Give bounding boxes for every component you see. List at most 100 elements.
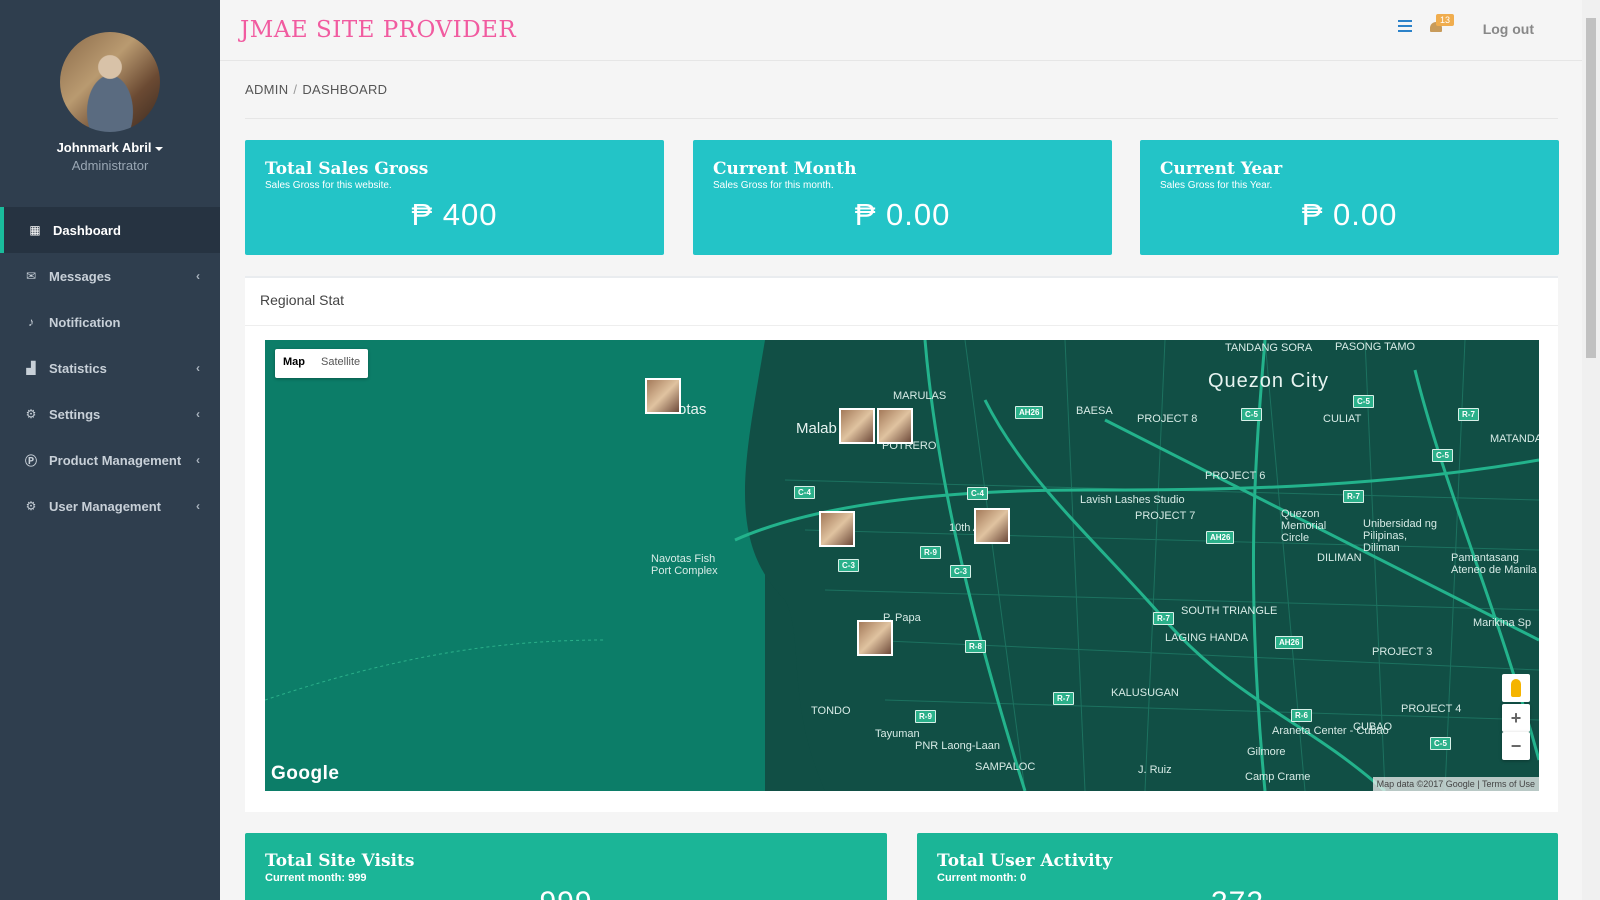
card-value: ₱ 0.00 <box>1301 197 1398 232</box>
avatar[interactable] <box>60 32 160 132</box>
user-role: Administrator <box>71 158 149 173</box>
chevron-left-icon: ‹ <box>196 361 200 375</box>
user-map-marker[interactable] <box>857 620 893 656</box>
map-label: MATANDA BALARA <box>1490 433 1539 445</box>
sidebar: Johnmark Abril Administrator ▦ Dashboard… <box>0 0 220 900</box>
terms-of-use-link[interactable]: Terms of Use <box>1482 779 1535 789</box>
sidebar-item-user-management[interactable]: ⚙ User Management ‹ <box>0 483 220 529</box>
user-map-marker[interactable] <box>819 511 855 547</box>
zoom-out-button[interactable]: − <box>1502 732 1530 760</box>
map-label: PROJECT 6 <box>1205 470 1266 482</box>
page-scrollbar[interactable] <box>1582 0 1600 900</box>
sidebar-item-product-management[interactable]: Ⓟ Product Management ‹ <box>0 437 220 483</box>
road-shield: C-5 <box>1432 449 1453 462</box>
user-map-marker[interactable] <box>877 408 913 444</box>
bell-icon: ♪ <box>28 315 34 329</box>
road-shield: C-4 <box>794 486 815 499</box>
sidebar-item-label: Statistics <box>49 360 107 376</box>
regional-stat-panel: Regional Stat Map Satellite TANDANG SORA… <box>245 276 1558 812</box>
card-value: 372 <box>937 886 1538 900</box>
map-label: TANDANG SORA <box>1225 342 1313 354</box>
card-subtitle: Current month: 999 <box>265 872 367 884</box>
breadcrumb-admin[interactable]: ADMIN <box>245 82 288 97</box>
card-value: ₱ 400 <box>411 197 498 232</box>
user-map-marker[interactable] <box>839 408 875 444</box>
map-label: Lavish Lashes Studio <box>1080 494 1185 506</box>
map-label: Gilmore <box>1247 746 1286 758</box>
notification-bell-button[interactable]: 13 <box>1428 14 1455 36</box>
breadcrumb-separator: / <box>293 82 298 97</box>
card-title: Current Year <box>1160 159 1283 179</box>
map-tab[interactable]: Map <box>275 349 313 378</box>
current-year-card: Current Year Sales Gross for this Year. … <box>1140 140 1559 255</box>
user-profile: Johnmark Abril Administrator <box>0 0 220 207</box>
sidebar-item-dashboard[interactable]: ▦ Dashboard <box>0 207 220 253</box>
road-shield: C-3 <box>838 559 859 572</box>
map-label: KALUSUGAN <box>1111 687 1179 699</box>
user-map-marker[interactable] <box>645 378 681 414</box>
notification-count-badge: 13 <box>1436 14 1455 26</box>
map-label: Quezon City <box>1208 370 1330 392</box>
road-shield: R-9 <box>920 546 941 559</box>
panel-title: Regional Stat <box>245 278 1558 326</box>
road-shield: AH26 <box>1275 636 1304 649</box>
sidebar-item-settings[interactable]: ⚙ Settings ‹ <box>0 391 220 437</box>
road-shield: C-4 <box>967 487 988 500</box>
road-shield: R-8 <box>965 640 986 653</box>
road-shield: C-5 <box>1241 408 1262 421</box>
user-map-marker[interactable] <box>974 508 1010 544</box>
road-shield: R-7 <box>1343 490 1364 503</box>
map-label: BAESA <box>1076 405 1113 417</box>
card-title: Current Month <box>713 159 857 179</box>
map-label: Marikina Sp <box>1473 617 1532 629</box>
gear-icon: ⚙ <box>25 407 37 421</box>
card-subtitle: Sales Gross for this Year. <box>1160 180 1273 191</box>
total-user-activity-card: Total User Activity Current month: 0 372 <box>917 833 1558 900</box>
sidebar-item-label: Dashboard <box>53 222 121 238</box>
top-bar: JMAE SITE PROVIDER 13 Log out <box>220 0 1582 61</box>
scrollbar-thumb[interactable] <box>1586 18 1596 358</box>
hamburger-menu-icon[interactable] <box>1398 20 1412 34</box>
map-label: otas <box>678 401 707 418</box>
breadcrumb: ADMIN / DASHBOARD <box>245 82 387 97</box>
user-menu-toggle[interactable]: Johnmark Abril <box>0 140 220 155</box>
card-title: Total Sales Gross <box>265 159 429 179</box>
current-month-card: Current Month Sales Gross for this month… <box>693 140 1112 255</box>
street-view-pegman-icon[interactable] <box>1502 674 1530 702</box>
map-label: Pamantasang Ateneo de Manila <box>1451 552 1537 576</box>
road-shield: R-9 <box>915 710 936 723</box>
logout-link[interactable]: Log out <box>1483 21 1534 37</box>
map-label: PROJECT 8 <box>1137 413 1198 425</box>
sidebar-item-notification[interactable]: ♪ Notification <box>0 299 220 345</box>
card-title: Total Site Visits <box>265 851 415 871</box>
road-shield: AH26 <box>1015 406 1044 419</box>
breadcrumb-current: DASHBOARD <box>302 82 388 97</box>
brand-title[interactable]: JMAE SITE PROVIDER <box>240 17 516 43</box>
map-label: Tayuman <box>875 728 920 740</box>
map-type-toggle: Map Satellite <box>275 349 369 378</box>
sidebar-item-label: User Management <box>49 498 161 514</box>
map-label: Navotas Fish Port Complex <box>651 553 718 577</box>
satellite-tab[interactable]: Satellite <box>313 349 368 378</box>
divider <box>245 118 1558 119</box>
sidebar-item-statistics[interactable]: ▟ Statistics ‹ <box>0 345 220 391</box>
map-label: Unibersidad ng Pilipinas, Diliman <box>1363 518 1437 554</box>
zoom-in-button[interactable]: + <box>1502 704 1530 732</box>
caret-down-icon <box>155 146 164 151</box>
regional-map[interactable]: Map Satellite TANDANG SORA PASONG TAMO Q… <box>265 340 1539 791</box>
sidebar-item-messages[interactable]: ✉ Messages ‹ <box>0 253 220 299</box>
dashboard-icon: ▦ <box>29 223 41 237</box>
map-label: J. Ruiz <box>1138 764 1172 776</box>
road-shield: R-7 <box>1053 692 1074 705</box>
user-name: Johnmark Abril <box>56 140 152 155</box>
sidebar-nav: ▦ Dashboard ✉ Messages ‹ ♪ Notification … <box>0 207 220 529</box>
product-icon: Ⓟ <box>24 453 37 468</box>
map-attribution: Map data ©2017 Google | Terms of Use <box>1372 777 1539 791</box>
map-label: TONDO <box>811 705 851 717</box>
sidebar-item-label: Product Management <box>49 452 182 468</box>
card-value: 999 <box>265 886 867 900</box>
map-data-text: Map data ©2017 Google <box>1376 779 1475 789</box>
map-label: PROJECT 4 <box>1401 703 1462 715</box>
map-label: PASONG TAMO <box>1335 341 1416 353</box>
map-label: Camp Crame <box>1245 771 1311 783</box>
